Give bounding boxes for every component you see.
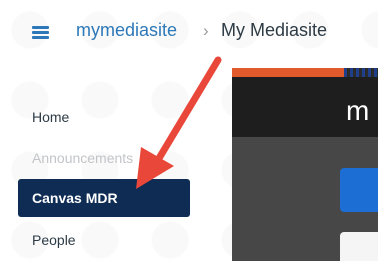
panel-stripe-pattern: [344, 68, 378, 77]
nav-item-announcements[interactable]: Announcements: [18, 139, 190, 177]
nav-item-canvas-mdr[interactable]: Canvas MDR: [18, 179, 190, 217]
panel-blue-button[interactable]: [340, 168, 378, 212]
nav-item-people[interactable]: People: [18, 221, 190, 259]
panel-white-card: [340, 232, 378, 261]
nav-item-home[interactable]: Home: [18, 98, 190, 136]
course-navigation: Home Announcements Canvas MDR People: [0, 0, 232, 261]
panel-header-text: m: [346, 95, 370, 126]
breadcrumb-current: My Mediasite: [221, 20, 328, 40]
panel-header: m: [232, 77, 378, 137]
